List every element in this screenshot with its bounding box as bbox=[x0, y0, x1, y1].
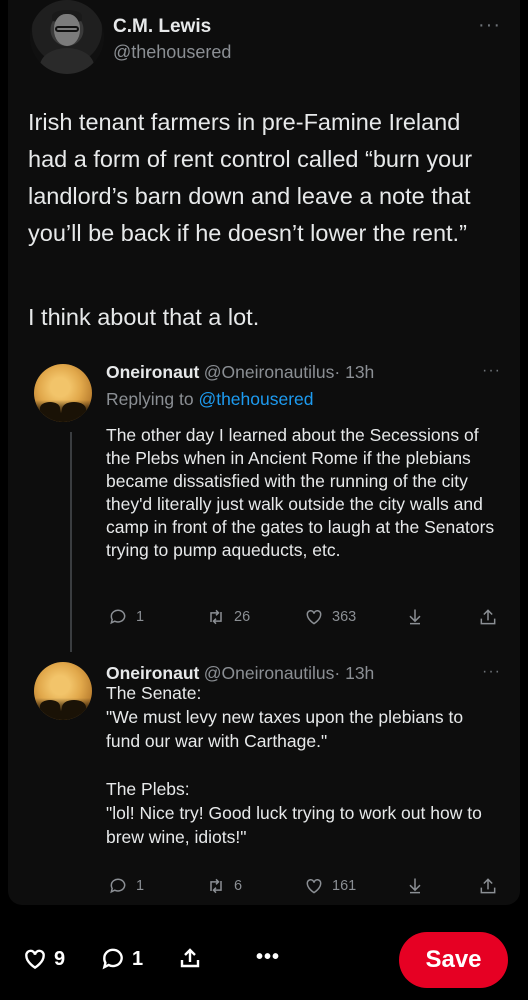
author-handle[interactable]: @thehousered bbox=[113, 42, 231, 63]
download-action[interactable] bbox=[405, 607, 425, 627]
reply2-retweet-count: 6 bbox=[234, 878, 243, 894]
tweet-text: Irish tenant farmers in pre-Famine Irela… bbox=[28, 109, 473, 246]
replying-label: Replying to bbox=[106, 389, 194, 409]
share-icon bbox=[180, 948, 200, 968]
pin-share-button[interactable] bbox=[178, 946, 202, 970]
share-action[interactable] bbox=[478, 607, 498, 627]
replying-handle-link[interactable]: @thehousered bbox=[198, 389, 313, 409]
reply-text: The other day I learned about the Secess… bbox=[106, 425, 495, 560]
reply2-time: · 13h bbox=[334, 663, 375, 683]
like-count: 363 bbox=[332, 609, 357, 625]
reply2-reply-action[interactable]: 1 bbox=[108, 876, 144, 896]
download-icon bbox=[409, 609, 421, 625]
reply2-like-count: 161 bbox=[332, 878, 357, 894]
reply-header: Oneironaut @Oneironautilus· 13h bbox=[106, 362, 374, 383]
reply2-text: The Senate: "We must levy new taxes upon… bbox=[106, 683, 482, 847]
reply2-author-handle[interactable]: @Oneironautilus bbox=[204, 663, 335, 683]
reply2-more-icon[interactable]: ··· bbox=[482, 663, 501, 681]
reply-time: · 13h bbox=[334, 362, 375, 382]
author-avatar[interactable] bbox=[30, 0, 104, 74]
retweet-icon bbox=[210, 878, 222, 894]
pin-card: C.M. Lewis @thehousered ··· Irish tenant… bbox=[8, 0, 520, 905]
reply2-share-action[interactable] bbox=[478, 876, 498, 896]
reply-count: 1 bbox=[136, 609, 145, 625]
retweet-icon bbox=[210, 609, 222, 625]
comment-icon bbox=[110, 878, 126, 894]
pin-like-count: 9 bbox=[54, 947, 66, 970]
thread-line bbox=[70, 432, 72, 652]
retweet-action[interactable]: 26 bbox=[206, 607, 250, 627]
reply2-retweet-action[interactable]: 6 bbox=[206, 876, 242, 896]
pin-like-button[interactable]: 9 bbox=[22, 946, 65, 972]
download-icon bbox=[409, 878, 421, 894]
reply-more-icon[interactable]: ··· bbox=[482, 362, 501, 380]
reply2-avatar[interactable] bbox=[34, 662, 92, 720]
more-options-icon[interactable]: ··· bbox=[478, 14, 501, 37]
reply-avatar[interactable] bbox=[34, 364, 92, 422]
save-button[interactable]: Save bbox=[399, 932, 508, 988]
share-icon bbox=[480, 609, 496, 625]
heart-icon bbox=[306, 609, 322, 625]
author-name[interactable]: C.M. Lewis bbox=[113, 16, 211, 38]
comment-icon bbox=[110, 609, 126, 625]
like-action[interactable]: 363 bbox=[304, 607, 356, 627]
tweet-text-followup: I think about that a lot. bbox=[28, 304, 260, 330]
heart-icon bbox=[25, 949, 45, 970]
reply-action[interactable]: 1 bbox=[108, 607, 144, 627]
reply2-reply-count: 1 bbox=[136, 878, 145, 894]
reply-author-handle[interactable]: @Oneironautilus bbox=[204, 362, 335, 382]
pin-more-button[interactable]: ••• bbox=[256, 946, 280, 969]
pin-comment-count: 1 bbox=[132, 947, 144, 970]
reply-author-name[interactable]: Oneironaut bbox=[106, 362, 199, 382]
replying-to: Replying to @thehousered bbox=[106, 389, 314, 410]
heart-icon bbox=[306, 878, 322, 894]
reply2-download-action[interactable] bbox=[405, 876, 425, 896]
comment-icon bbox=[102, 948, 123, 970]
retweet-count: 26 bbox=[234, 609, 251, 625]
pin-comment-button[interactable]: 1 bbox=[100, 946, 143, 972]
reply2-author-name[interactable]: Oneironaut bbox=[106, 663, 199, 683]
reply2-like-action[interactable]: 161 bbox=[304, 876, 356, 896]
share-icon bbox=[480, 878, 496, 894]
